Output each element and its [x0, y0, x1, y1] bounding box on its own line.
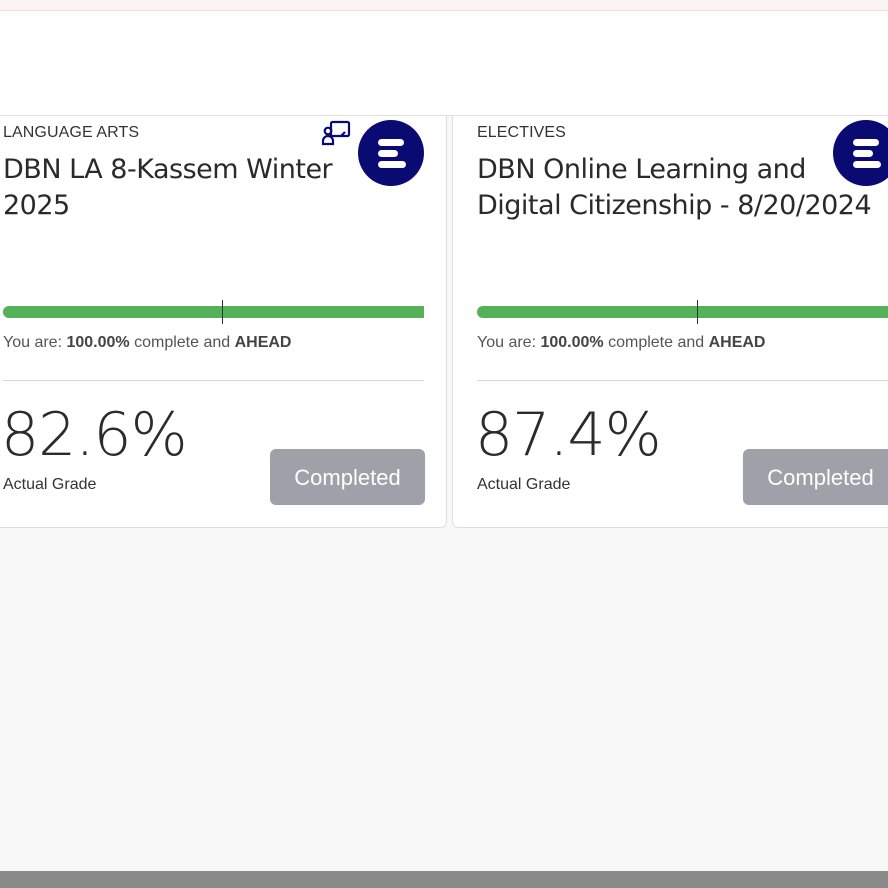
progress-status: You are: 100.00% complete and AHEAD: [3, 334, 291, 352]
top-notification-strip: [0, 0, 888, 11]
bottom-scrollbar[interactable]: [0, 871, 888, 888]
completed-button[interactable]: Completed: [270, 449, 425, 505]
actual-grade-value: 82.6%: [1, 400, 188, 470]
progress-bar-fill: [477, 306, 888, 318]
edmentum-logo-icon: [358, 120, 424, 186]
course-card-body: ELECTIVES DBN Online Learning and Digita…: [475, 116, 888, 527]
course-card[interactable]: ELECTIVES DBN Online Learning and Digita…: [452, 116, 888, 528]
course-card-body: LANGUAGE ARTS DBN LA 8-Kassem Winter 202…: [1, 116, 425, 527]
classroom-icon[interactable]: [321, 120, 351, 146]
actual-grade-label: Actual Grade: [3, 476, 97, 493]
progress-bar-fill: [3, 306, 424, 318]
course-card-list: LANGUAGE ARTS DBN LA 8-Kassem Winter 202…: [0, 116, 888, 530]
progress-status: You are: 100.00% complete and AHEAD: [477, 334, 765, 352]
status-middle: complete and: [603, 334, 709, 351]
progress-bar: [477, 300, 888, 324]
course-title[interactable]: DBN LA 8-Kassem Winter 2025: [3, 152, 353, 224]
pace-marker: [697, 300, 698, 324]
course-category: LANGUAGE ARTS: [3, 124, 140, 141]
progress-bar: [3, 300, 424, 324]
completed-button[interactable]: Completed: [743, 449, 888, 505]
status-prefix: You are:: [477, 334, 541, 351]
status-percent: 100.00%: [66, 334, 130, 351]
course-card[interactable]: LANGUAGE ARTS DBN LA 8-Kassem Winter 202…: [0, 116, 447, 528]
header-area: [0, 11, 888, 116]
divider: [3, 380, 424, 381]
actual-grade-label: Actual Grade: [477, 476, 571, 493]
edmentum-logo-icon: [833, 120, 888, 186]
actual-grade-value: 87.4%: [475, 400, 662, 470]
status-pace: AHEAD: [234, 334, 292, 351]
status-middle: complete and: [129, 334, 235, 351]
course-category: ELECTIVES: [477, 124, 566, 141]
course-title[interactable]: DBN Online Learning and Digital Citizens…: [477, 152, 888, 224]
divider: [477, 380, 888, 381]
status-prefix: You are:: [3, 334, 67, 351]
status-percent: 100.00%: [540, 334, 604, 351]
status-pace: AHEAD: [708, 334, 766, 351]
pace-marker: [221, 300, 223, 324]
